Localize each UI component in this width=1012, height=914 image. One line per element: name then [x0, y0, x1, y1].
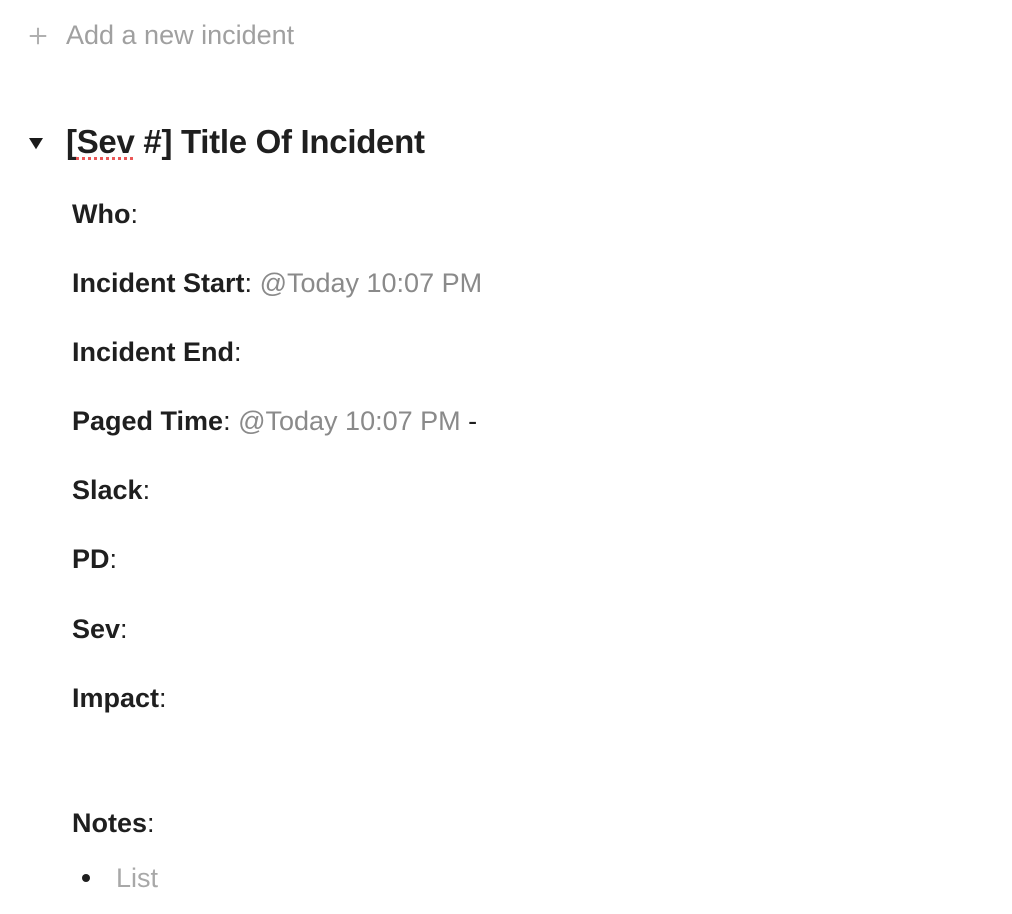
paged-time-trailing: -	[461, 406, 478, 436]
incident-title-row: [Sev #] Title Of Incident	[24, 123, 988, 161]
title-prefix: [	[66, 123, 77, 160]
field-sev[interactable]: Sev:	[72, 612, 988, 647]
incident-title[interactable]: [Sev #] Title Of Incident	[66, 123, 425, 161]
notes-section: Notes: List	[72, 808, 988, 894]
impact-label: Impact	[72, 683, 159, 713]
who-label: Who	[72, 199, 130, 229]
notes-placeholder: List	[116, 863, 158, 894]
incident-start-value[interactable]: @Today 10:07 PM	[260, 268, 483, 298]
field-notes[interactable]: Notes:	[72, 808, 988, 839]
incident-end-label: Incident End	[72, 337, 234, 367]
incident-start-label: Incident Start	[72, 268, 245, 298]
paged-time-label: Paged Time	[72, 406, 223, 436]
field-paged-time[interactable]: Paged Time: @Today 10:07 PM -	[72, 404, 988, 439]
colon: :	[143, 475, 151, 505]
bullet-icon	[82, 874, 90, 882]
field-slack[interactable]: Slack:	[72, 473, 988, 508]
add-new-incident-button[interactable]: Add a new incident	[24, 20, 988, 51]
field-incident-start[interactable]: Incident Start: @Today 10:07 PM	[72, 266, 988, 301]
list-item[interactable]: List	[76, 863, 988, 894]
field-impact[interactable]: Impact:	[72, 681, 988, 716]
colon: :	[110, 544, 118, 574]
colon: :	[130, 199, 138, 229]
colon: :	[147, 808, 155, 838]
field-who[interactable]: Who:	[72, 197, 988, 232]
title-spellcheck-word: Sev	[77, 123, 135, 160]
paged-time-value[interactable]: @Today 10:07 PM	[238, 406, 461, 436]
colon: :	[234, 337, 242, 367]
colon: :	[159, 683, 167, 713]
sev-label: Sev	[72, 614, 120, 644]
colon: :	[245, 268, 253, 298]
pd-label: PD	[72, 544, 110, 574]
title-rest: #] Title Of Incident	[135, 123, 425, 160]
add-new-incident-label: Add a new incident	[66, 20, 294, 51]
notes-list: List	[72, 863, 988, 894]
field-incident-end[interactable]: Incident End:	[72, 335, 988, 370]
colon: :	[223, 406, 231, 436]
notes-label: Notes	[72, 808, 147, 838]
slack-label: Slack	[72, 475, 143, 505]
incident-fields: Who: Incident Start: @Today 10:07 PM Inc…	[24, 197, 988, 894]
colon: :	[120, 614, 128, 644]
toggle-caret-icon[interactable]	[24, 133, 48, 157]
plus-icon	[24, 22, 52, 50]
field-pd[interactable]: PD:	[72, 542, 988, 577]
